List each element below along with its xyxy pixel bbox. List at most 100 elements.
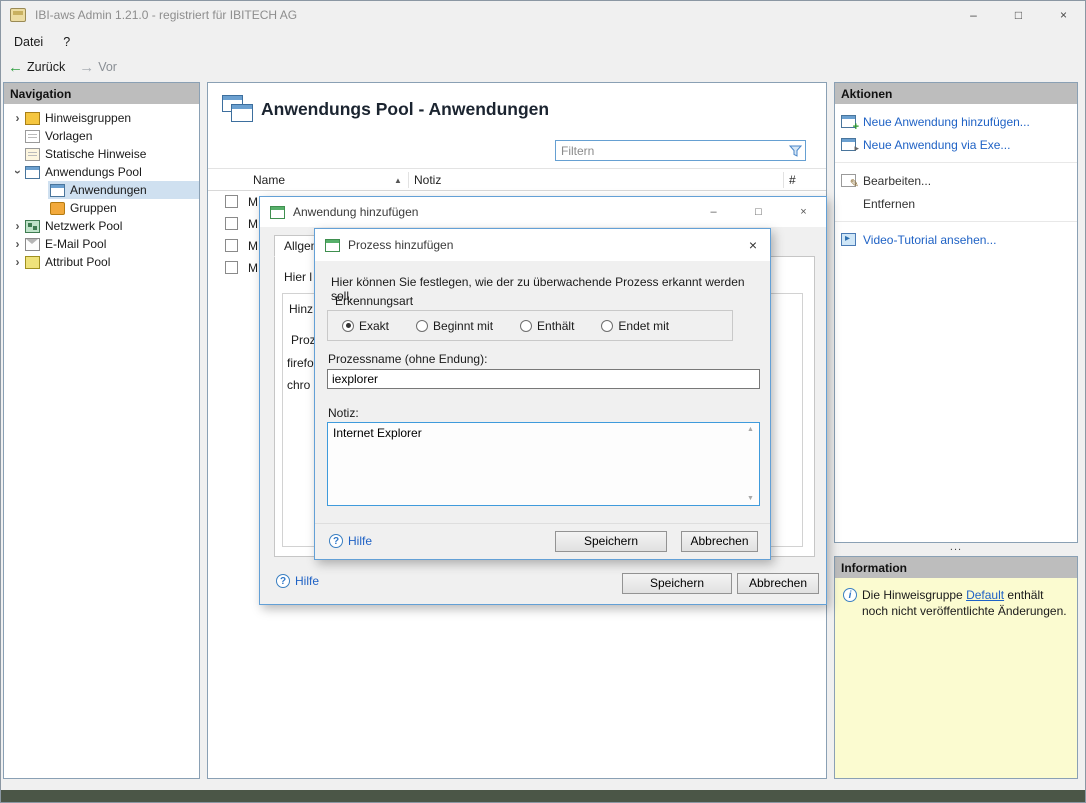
- sidebar-item-email-pool[interactable]: E-Mail Pool: [4, 235, 199, 253]
- sidebar-item-attribut-pool[interactable]: Attribut Pool: [4, 253, 199, 271]
- dialog-close-button[interactable]: ×: [781, 197, 826, 227]
- radio-icon: [416, 320, 428, 332]
- process-name-input[interactable]: [327, 369, 760, 389]
- row-checkbox[interactable]: [225, 217, 238, 230]
- help-icon: [329, 534, 343, 548]
- radio-exakt[interactable]: Exakt: [342, 319, 389, 333]
- sidebar-item-anwendungen[interactable]: Anwendungen: [48, 181, 199, 199]
- menu-datei[interactable]: Datei: [4, 32, 53, 52]
- sort-ascending-icon: ▲: [394, 176, 402, 185]
- close-button[interactable]: ×: [1041, 0, 1086, 30]
- filter-input[interactable]: [556, 144, 785, 158]
- row-name: M: [248, 195, 258, 209]
- menu-hilfe[interactable]: ?: [53, 32, 80, 52]
- back-button[interactable]: ← Zurück: [8, 60, 65, 75]
- column-header-name[interactable]: Name: [253, 173, 285, 187]
- cancel-button[interactable]: Abbrechen: [737, 573, 819, 594]
- help-label: Hilfe: [295, 574, 319, 588]
- save-button[interactable]: Speichern: [622, 573, 732, 594]
- sidebar-item-statische-hinweise[interactable]: Statische Hinweise: [4, 145, 199, 163]
- column-header-count[interactable]: #: [789, 173, 796, 187]
- default-group-link[interactable]: Default: [966, 588, 1004, 602]
- action-video-tutorial[interactable]: Video-Tutorial ansehen...: [835, 228, 1077, 251]
- sidebar-item-label: Attribut Pool: [45, 255, 110, 269]
- textarea-scrollbar[interactable]: [743, 423, 759, 505]
- sidebar-item-netzwerk-pool[interactable]: Netzwerk Pool: [4, 217, 199, 235]
- chevron-right-icon[interactable]: [10, 255, 25, 269]
- column-separator[interactable]: [783, 172, 784, 188]
- panel-splitter[interactable]: ...: [834, 543, 1078, 556]
- row-name: M: [248, 217, 258, 231]
- information-text: Die Hinweisgruppe Default enthält noch n…: [862, 587, 1071, 619]
- dialog-title: Prozess hinzufügen: [348, 238, 453, 252]
- info-icon: [843, 588, 857, 602]
- maximize-button[interactable]: □: [996, 0, 1041, 30]
- new-application-icon: [841, 115, 856, 128]
- action-neue-anwendung-hinzufuegen[interactable]: Neue Anwendung hinzufügen...: [835, 110, 1077, 133]
- title-bar: IBI-aws Admin 1.21.0 - registriert für I…: [0, 0, 1086, 30]
- window-controls: – □ ×: [951, 0, 1086, 30]
- row-checkbox[interactable]: [225, 195, 238, 208]
- save-button[interactable]: Speichern: [555, 531, 667, 552]
- radio-label: Exakt: [359, 319, 389, 333]
- chevron-down-icon[interactable]: [10, 165, 25, 179]
- sidebar-item-anwendungs-pool[interactable]: Anwendungs Pool: [4, 163, 199, 181]
- dialog-minimize-button[interactable]: –: [691, 197, 736, 227]
- process-list-item[interactable]: firefo: [287, 356, 314, 370]
- navigation-tree: Hinweisgruppen Vorlagen Statische Hinwei…: [4, 104, 199, 271]
- note-textarea[interactable]: Internet Explorer: [328, 423, 743, 505]
- sidebar-item-label: Statische Hinweise: [45, 147, 146, 161]
- app-icon: [10, 8, 26, 22]
- action-neue-anwendung-via-exe[interactable]: Neue Anwendung via Exe...: [835, 133, 1077, 156]
- chevron-right-icon[interactable]: [10, 219, 25, 233]
- column-header-notiz[interactable]: Notiz: [414, 173, 441, 187]
- sidebar-item-label: E-Mail Pool: [45, 237, 106, 251]
- radio-endet-mit[interactable]: Endet mit: [601, 319, 669, 333]
- dialog-title: Anwendung hinzufügen: [293, 205, 418, 219]
- dialog-icon: [270, 206, 285, 219]
- actions-list: Neue Anwendung hinzufügen... Neue Anwend…: [835, 104, 1077, 251]
- help-link[interactable]: Hilfe: [329, 534, 372, 548]
- gruppen-icon: [50, 202, 65, 215]
- row-checkbox[interactable]: [225, 239, 238, 252]
- dialog-close-button[interactable]: ×: [736, 229, 770, 261]
- table-header: Name ▲ Notiz #: [208, 168, 826, 191]
- column-separator[interactable]: [408, 172, 409, 188]
- action-bearbeiten[interactable]: Bearbeiten...: [835, 169, 1077, 192]
- dialog-footer: Hilfe Speichern Abbrechen: [315, 523, 770, 559]
- forward-button[interactable]: → Vor: [79, 60, 117, 75]
- process-name-label: Prozessname (ohne Endung):: [328, 352, 487, 366]
- dialog-title-bar: Prozess hinzufügen ×: [315, 229, 770, 261]
- window-title: IBI-aws Admin 1.21.0 - registriert für I…: [35, 8, 297, 22]
- info-text-before: Die Hinweisgruppe: [862, 588, 966, 602]
- radio-selected-icon: [342, 320, 354, 332]
- back-arrow-icon: ←: [8, 60, 23, 75]
- radio-icon: [520, 320, 532, 332]
- action-label: Neue Anwendung via Exe...: [863, 138, 1010, 152]
- tool-bar: ← Zurück → Vor: [0, 54, 1086, 80]
- filter-funnel-icon[interactable]: [785, 141, 805, 160]
- chevron-right-icon[interactable]: [10, 237, 25, 251]
- page-title: Anwendungs Pool - Anwendungen: [261, 99, 549, 120]
- status-bar: [0, 790, 1086, 803]
- minimize-button[interactable]: –: [951, 0, 996, 30]
- video-tutorial-icon: [841, 233, 856, 246]
- row-name: M: [248, 261, 258, 275]
- actions-header: Aktionen: [835, 83, 1077, 104]
- sidebar-item-vorlagen[interactable]: Vorlagen: [4, 127, 199, 145]
- help-link[interactable]: Hilfe: [276, 574, 319, 588]
- chevron-right-icon[interactable]: [10, 111, 25, 125]
- filter-box: [555, 140, 806, 161]
- radio-enthaelt[interactable]: Enthält: [520, 319, 574, 333]
- dialog-maximize-button[interactable]: □: [736, 197, 781, 227]
- netzwerk-pool-icon: [25, 220, 40, 233]
- radio-beginnt-mit[interactable]: Beginnt mit: [416, 319, 493, 333]
- cancel-button[interactable]: Abbrechen: [681, 531, 758, 552]
- sidebar-item-hinweisgruppen[interactable]: Hinweisgruppen: [4, 109, 199, 127]
- action-entfernen[interactable]: Entfernen: [835, 192, 1077, 215]
- process-list-item[interactable]: chro: [287, 378, 310, 392]
- sidebar-item-gruppen[interactable]: Gruppen: [48, 199, 199, 217]
- information-header: Information: [835, 557, 1077, 578]
- radio-label: Enthält: [537, 319, 574, 333]
- row-checkbox[interactable]: [225, 261, 238, 274]
